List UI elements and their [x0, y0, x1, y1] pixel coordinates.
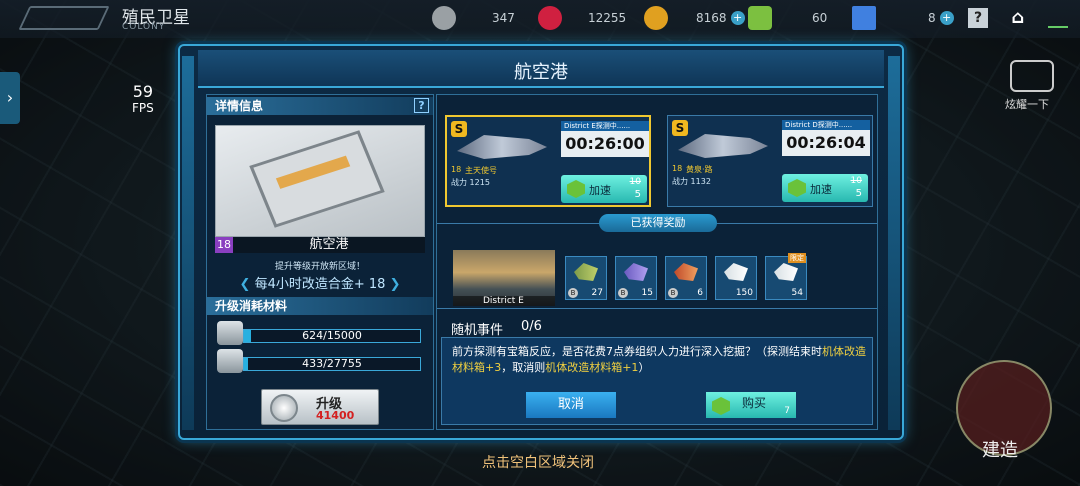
ship-card-2[interactable]: S 18 黄泉·路 战力 1132 District D探测中...... 00…	[667, 115, 873, 207]
district-thumbnail[interactable]: District E	[453, 250, 555, 306]
spaceship-icon	[457, 135, 547, 159]
upgrade-cost: 41400	[316, 409, 355, 422]
unlock-text: 提升等级开放新区域！	[274, 262, 365, 272]
rank-b-icon: B	[668, 288, 678, 298]
ship-power: 战力 1132	[672, 177, 711, 186]
green-gem-icon	[712, 397, 730, 415]
reward-item[interactable]: 限定 54	[765, 253, 807, 300]
reward-item[interactable]: 150	[715, 256, 757, 300]
building-name: 航空港	[233, 237, 425, 253]
upgrade-button[interactable]: 升级 41400	[261, 389, 379, 425]
random-event-count: 0/6	[521, 319, 542, 334]
materials-heading: 升级消耗材料	[207, 297, 433, 315]
blue-crystal-icon	[852, 6, 876, 30]
share-label[interactable]: 炫耀一下	[1005, 96, 1049, 112]
random-event-text: 前方探测有宝箱反应，是否花费7点券组织人力进行深入挖掘？（探测结束时机体改造材料…	[452, 345, 866, 374]
limited-tag: 限定	[788, 253, 806, 263]
dialog-edge-right	[888, 56, 900, 430]
ship-level: 18	[672, 164, 683, 173]
reward-item[interactable]: B 15	[615, 256, 657, 300]
rank-b-icon: B	[568, 288, 578, 298]
rewards-section: 已获得奖励 District E B 27 B 15 B 6 150 限定 54	[437, 214, 877, 309]
airport-building-icon	[249, 130, 385, 228]
reward-item[interactable]: B 6	[665, 256, 707, 300]
produce-row: ❮ 每4小时改造合金+ 18 ❯	[215, 273, 425, 292]
material-bar-2: 433/27755	[243, 357, 421, 371]
colony-logo-icon[interactable]	[18, 6, 110, 30]
camera-icon[interactable]	[1010, 60, 1054, 92]
reward-item[interactable]: B 27	[565, 256, 607, 300]
details-panel: 详情信息 ? 18 航空港 提升等级开放新区域！ ❮ 每4小时改造合金+ 18 …	[206, 94, 434, 430]
district-status: District D探测中......	[782, 120, 870, 130]
random-event-heading: 随机事件	[451, 323, 504, 338]
rank-s-icon: S	[672, 120, 688, 136]
signal-icon	[1048, 10, 1068, 28]
airport-dialog: 航空港 详情信息 ? 18 航空港 提升等级开放新区域！ ❮ 每4小时改造合金+…	[178, 44, 904, 440]
silver-material-icon	[774, 263, 798, 281]
dialog-header: 航空港	[198, 50, 884, 88]
silver-coin-icon	[270, 394, 298, 422]
material-bar-1: 624/15000	[243, 329, 421, 343]
close-hint: 点击空白区域关闭	[482, 455, 594, 471]
rank-s-icon: S	[451, 121, 467, 137]
silver-material-icon	[724, 263, 748, 281]
explore-timer: 00:26:00	[561, 131, 649, 157]
ship-part-icon	[624, 263, 648, 281]
add-gold-icon[interactable]: +	[730, 11, 745, 25]
resource-heart[interactable]: 12255	[538, 6, 626, 30]
material-text-1: 624/15000	[302, 329, 362, 342]
add-crystal-icon[interactable]: +	[939, 11, 954, 25]
exploration-panel: S 18 主天使号 战力 1215 District E探测中...... 00…	[436, 94, 878, 430]
random-event-box: 前方探测有宝箱反应，是否花费7点券组织人力进行深入挖掘？（探测结束时机体改造材料…	[441, 337, 873, 425]
produce-text: 每4小时改造合金+ 18	[254, 277, 386, 292]
resource-crystal[interactable]: 8 +	[852, 6, 954, 30]
gold-coin-icon	[644, 6, 668, 30]
metal-ore-icon	[432, 6, 456, 30]
top-hud: 殖民卫星 COLONY 347 12255 8168 + 60 8 + ? ⌂	[0, 0, 1080, 38]
speed-up-button[interactable]: 加速 10 5	[782, 174, 868, 202]
rewards-heading: 已获得奖励	[599, 214, 717, 232]
rank-b-icon: B	[618, 288, 628, 298]
spaceship-icon	[678, 134, 768, 158]
building-level-badge: 18	[215, 237, 233, 253]
dialog-title: 航空港	[514, 62, 568, 83]
resource-gem[interactable]: 60	[748, 6, 827, 30]
resource-gold[interactable]: 8168 +	[644, 6, 745, 30]
help-button[interactable]: ?	[968, 8, 988, 28]
details-help-icon[interactable]: ?	[414, 98, 429, 113]
home-icon[interactable]: ⌂	[1008, 8, 1028, 28]
resource-metal[interactable]: 347	[432, 6, 515, 30]
heart-crystal-icon	[538, 6, 562, 30]
green-gem-icon	[788, 179, 806, 197]
cancel-button[interactable]: 取消	[526, 392, 616, 418]
district-status: District E探测中......	[561, 121, 649, 131]
hud-subtitle: COLONY	[122, 22, 166, 32]
buy-button[interactable]: 购买 7	[706, 392, 796, 418]
explore-timer: 00:26:04	[782, 130, 870, 156]
speed-up-button[interactable]: 加速 10 5	[561, 175, 647, 203]
green-gem-icon	[748, 6, 772, 30]
ship-name: 黄泉·路	[686, 165, 713, 174]
ship-power: 战力 1215	[451, 178, 490, 187]
fps-counter: 59 FPS	[132, 82, 154, 115]
material-text-2: 433/27755	[302, 357, 362, 370]
chevron-left-icon: ❮	[239, 277, 251, 292]
details-heading: 详情信息 ?	[207, 97, 433, 115]
ship-level: 18	[451, 165, 462, 174]
ship-part-icon	[574, 263, 598, 281]
chevron-right-icon: ❯	[389, 277, 401, 292]
ship-card-1[interactable]: S 18 主天使号 战力 1215 District E探测中...... 00…	[445, 115, 651, 207]
ship-part-icon	[674, 263, 698, 281]
dialog-edge-left	[182, 56, 194, 430]
material-row-1: 624/15000	[213, 321, 427, 347]
material-row-2: 433/27755	[213, 349, 427, 375]
green-gem-icon	[567, 180, 585, 198]
ship-name: 主天使号	[465, 166, 497, 175]
side-expand-tab[interactable]: ›	[0, 72, 20, 124]
build-label[interactable]: 建造	[982, 436, 1018, 462]
parts-material-icon	[217, 349, 243, 373]
alloy-material-icon	[217, 321, 243, 345]
building-preview	[215, 125, 425, 237]
